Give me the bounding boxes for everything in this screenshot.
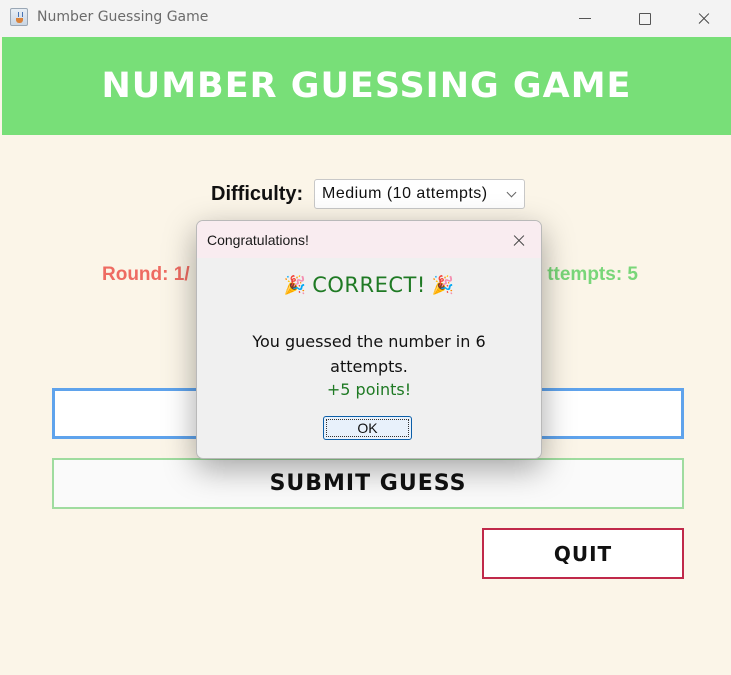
chevron-down-icon [506, 187, 517, 198]
close-icon [697, 12, 711, 26]
difficulty-selected-value: Medium (10 attempts) [322, 185, 488, 202]
quit-label: QUIT [553, 541, 613, 566]
points-text: +5 points! [326, 380, 412, 399]
app-window: Number Guessing Game NUMBER GUESSING GAM… [0, 0, 731, 675]
close-icon [512, 233, 526, 247]
submit-guess-label: SUBMIT GUESS [269, 471, 467, 496]
page-title: NUMBER GUESSING GAME [101, 66, 632, 106]
congratulations-dialog: Congratulations! 🎉 CORRECT! 🎉 You guesse… [196, 220, 542, 459]
minimize-button[interactable] [562, 0, 608, 37]
java-app-icon [10, 8, 28, 26]
party-popper-icon: 🎉 [283, 274, 307, 296]
dialog-headline: 🎉 CORRECT! 🎉 [197, 273, 541, 297]
round-label: Round: 1/ [102, 264, 190, 285]
header-banner: NUMBER GUESSING GAME [2, 37, 731, 135]
dialog-title-bar: Congratulations! [197, 221, 541, 258]
maximize-icon [639, 12, 651, 25]
maximize-button[interactable] [622, 0, 668, 37]
party-popper-icon: 🎉 [431, 274, 455, 296]
window-title: Number Guessing Game [37, 9, 209, 25]
dialog-message: You guessed the number in 6 attempts. [252, 332, 486, 376]
submit-guess-button[interactable]: SUBMIT GUESS [52, 458, 684, 509]
ok-label: OK [357, 420, 378, 436]
dialog-close-button[interactable] [502, 226, 536, 254]
quit-button[interactable]: QUIT [482, 528, 684, 579]
title-bar: Number Guessing Game [0, 0, 731, 37]
dialog-title: Congratulations! [207, 232, 309, 248]
ok-button[interactable]: OK [323, 416, 412, 440]
attempts-label: ttempts: 5 [547, 264, 638, 285]
close-window-button[interactable] [681, 0, 727, 37]
difficulty-label: Difficulty: [211, 183, 304, 205]
minimize-icon [579, 18, 591, 19]
correct-text: CORRECT! [312, 273, 426, 297]
difficulty-dropdown[interactable]: Medium (10 attempts) [314, 179, 525, 209]
